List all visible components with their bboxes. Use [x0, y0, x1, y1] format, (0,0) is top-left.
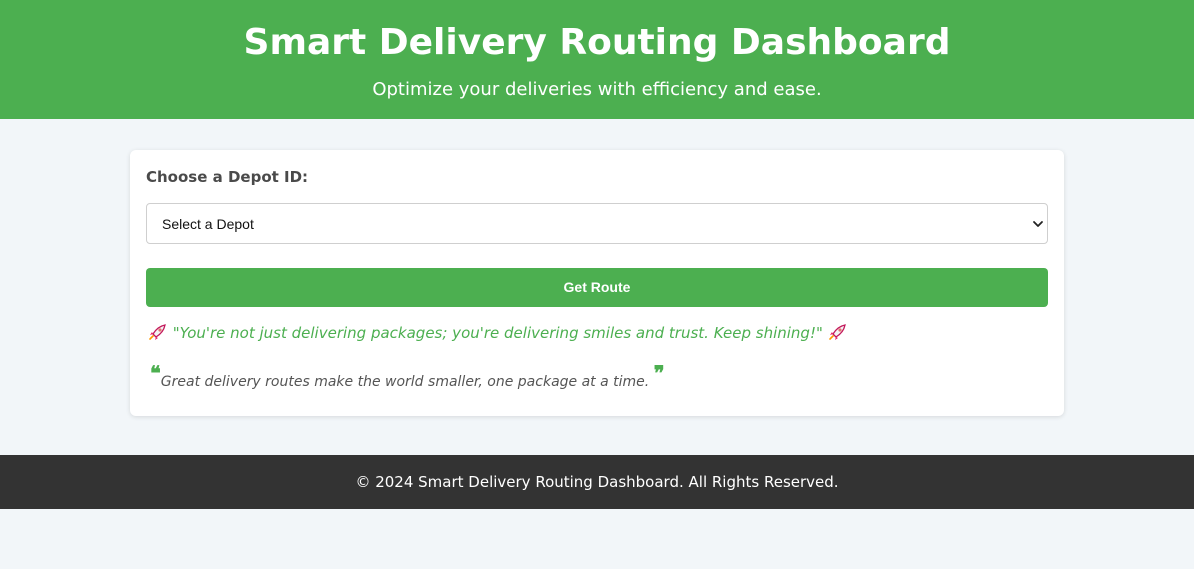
depot-label: Choose a Depot ID:	[146, 168, 309, 186]
page-header: Smart Delivery Routing Dashboard Optimiz…	[0, 0, 1194, 119]
page-subtitle: Optimize your deliveries with efficiency…	[372, 79, 822, 100]
motivation-text: "You're not just delivering packages; yo…	[172, 324, 823, 342]
route-card: Choose a Depot ID: Select a Depot Get Ro…	[130, 150, 1064, 416]
depot-select[interactable]: Select a Depot	[146, 203, 1048, 244]
chevron-down-icon	[1033, 221, 1043, 227]
rocket-icon	[828, 324, 846, 340]
page-title: Smart Delivery Routing Dashboard	[243, 22, 951, 63]
rocket-icon	[149, 324, 166, 340]
get-route-button[interactable]: Get Route	[146, 268, 1048, 307]
open-quote-icon: ❝	[150, 361, 161, 385]
footer-text: © 2024 Smart Delivery Routing Dashboard.…	[355, 473, 839, 491]
delivery-quote: ❝Great delivery routes make the world sm…	[150, 362, 664, 393]
page-footer: © 2024 Smart Delivery Routing Dashboard.…	[0, 455, 1194, 509]
depot-select-value: Select a Depot	[162, 216, 254, 232]
motivation-message: "You're not just delivering packages; yo…	[148, 322, 848, 344]
quote-text: Great delivery routes make the world sma…	[160, 374, 650, 390]
close-quote-icon: ❞	[653, 361, 665, 385]
